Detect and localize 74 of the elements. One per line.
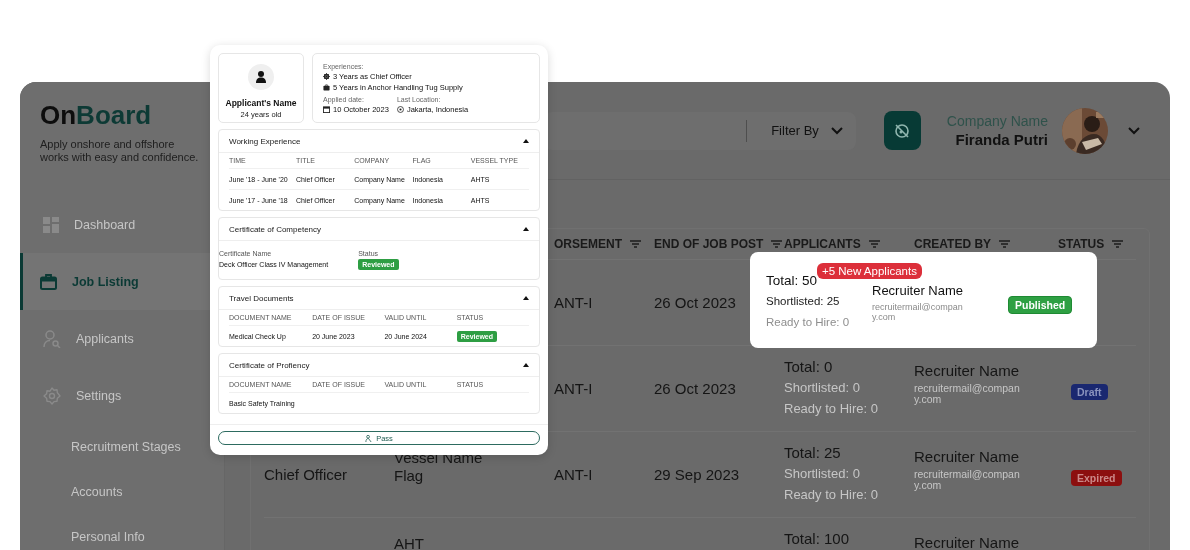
status-badge: Published (1008, 296, 1073, 314)
nav-item[interactable]: Settings (20, 367, 210, 424)
applicant-total: Total: 50 (766, 273, 819, 289)
endorsement-cell: ANT-I (554, 294, 593, 311)
filter-dropdown[interactable]: Filter By (747, 111, 856, 150)
gear-icon (43, 386, 61, 405)
column-header: ORSEMENT (554, 237, 622, 251)
recruiter-email: recruitermail@company.com (914, 383, 1020, 405)
person-icon (365, 434, 373, 442)
wheel-icon (323, 73, 330, 80)
status-badge: Expired (1071, 470, 1122, 486)
tagline: Apply onshore and offshore works with easy and confidence. (39, 137, 200, 164)
end-date-cell: 29 Sep 2023 (654, 466, 740, 483)
caret-up-icon[interactable] (523, 363, 529, 367)
nav-item[interactable]: Applicants (20, 310, 210, 367)
applicant-total: Total: 100 (784, 530, 851, 548)
shortlisted-count: Shortlisted: 0 (784, 465, 861, 483)
notification-button[interactable] (883, 111, 921, 150)
end-date-cell: 26 Oct 2023 (654, 294, 736, 311)
applicant-total: Total: 0 (784, 358, 834, 376)
nav-subitem[interactable]: Recruitment Stages (20, 424, 210, 469)
new-applicants-badge: +5 New Applicants (817, 263, 922, 279)
caret-up-icon[interactable] (523, 227, 529, 231)
shortlisted-count: Shortlisted: 25 (766, 294, 841, 309)
section-title: Certificate of Competency (229, 224, 322, 234)
ready-to-hire-count: Ready to Hire: 0 (784, 400, 879, 418)
nav-subitem[interactable]: Accounts (20, 469, 210, 514)
endorsement-cell: ANT-I (554, 466, 593, 483)
column-header: STATUS (1058, 237, 1105, 251)
filter-icon[interactable] (868, 240, 880, 248)
nav-subitem[interactable]: Personal Info (20, 514, 210, 550)
user-name: Firanda Putri (954, 129, 1048, 150)
caret-up-icon[interactable] (523, 296, 529, 300)
filter-icon[interactable] (630, 240, 641, 248)
location-pin-icon (396, 106, 404, 113)
chevron-down-icon[interactable] (1128, 126, 1140, 135)
company-name: Company Name (946, 111, 1048, 130)
recruiter-name: Recruiter Name (914, 362, 1021, 380)
logo: OnBoard (39, 100, 153, 130)
column-header: END OF JOB POST (654, 237, 764, 251)
column-header: CREATED BY (914, 237, 992, 251)
recruiter-name: Recruiter Name (914, 534, 1021, 550)
column-header: APPLICANTS (784, 237, 861, 251)
status-badge: Draft (1071, 384, 1108, 400)
filter-icon[interactable] (1112, 240, 1124, 248)
caret-up-icon[interactable] (523, 139, 529, 143)
applicant-total: Total: 25 (784, 444, 842, 462)
nav-item[interactable]: Job Listing (20, 253, 210, 310)
section-title: Certificate of Profiency (229, 360, 310, 370)
section-title: Travel Documents (229, 293, 294, 303)
briefcase-icon (323, 84, 330, 91)
recruiter-name: Recruiter Name (872, 283, 965, 299)
applicant-name: Applicant's Name (225, 98, 297, 108)
vessel-cell-line: AHT (394, 535, 425, 550)
shortlisted-count: Shortlisted: 0 (784, 379, 861, 397)
recruiter-email: recruitermail@company.com (872, 302, 964, 322)
endorsement-cell: ANT-I (554, 380, 593, 397)
calendar-icon (323, 106, 330, 113)
chevron-down-icon[interactable] (830, 126, 843, 135)
section-title: Working Experience (229, 136, 301, 146)
person-icon (256, 71, 266, 83)
recruiter-email: recruitermail@company.com (914, 469, 1020, 491)
nav-item[interactable]: Dashboard (20, 196, 210, 253)
ready-to-hire-count: Ready to Hire: 0 (766, 315, 851, 330)
filter-icon[interactable] (999, 240, 1011, 248)
position-cell: Chief Officer (264, 466, 348, 483)
briefcase-icon (40, 273, 57, 290)
ready-to-hire-count: Ready to Hire: 0 (784, 486, 879, 504)
dashboard-icon (43, 216, 59, 233)
end-date-cell: 26 Oct 2023 (654, 380, 736, 397)
filter-icon[interactable] (771, 240, 783, 248)
user-search-icon (43, 329, 61, 348)
recruiter-name: Recruiter Name (914, 448, 1021, 466)
vessel-cell-line: Flag (394, 467, 425, 485)
